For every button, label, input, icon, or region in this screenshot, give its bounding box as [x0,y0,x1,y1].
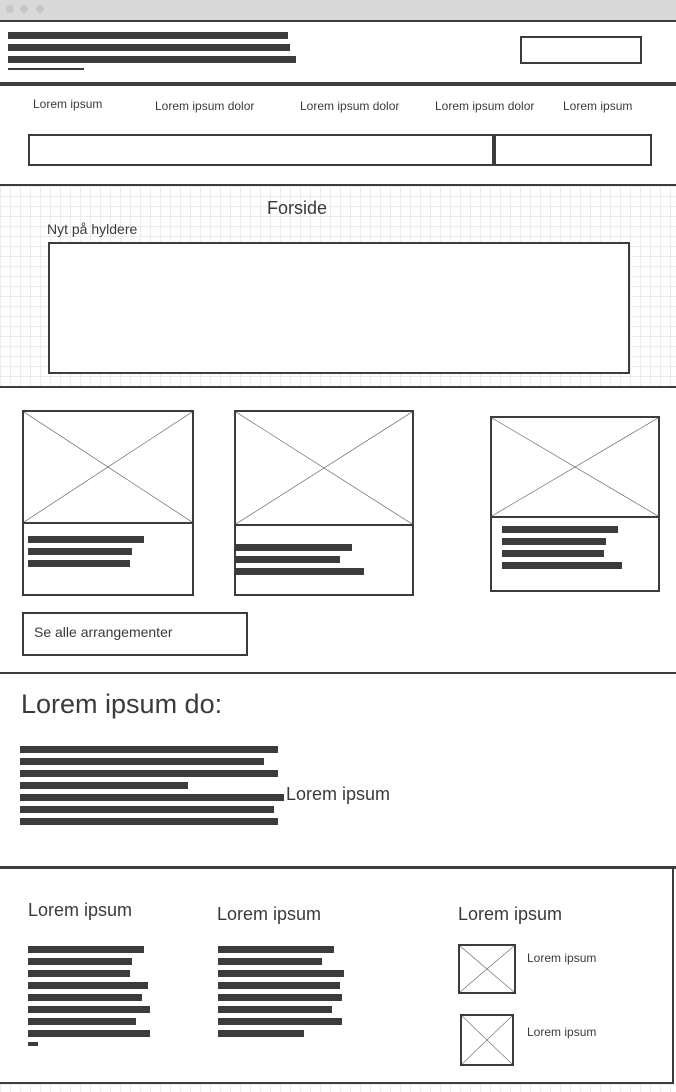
footer-text-line [28,994,142,1001]
image-placeholder-icon [22,410,194,524]
footer-text-line [28,1030,150,1037]
nav-item[interactable]: Lorem ipsum [563,99,632,113]
footer-text-line [28,1006,150,1013]
footer: Lorem ipsum Lorem ipsum Lorem ipsum Lore… [0,869,674,1084]
footer-text-line [218,1006,332,1013]
info-text-line [20,806,274,813]
section-heading: Lorem ipsum do: [21,689,223,719]
footer-col3-heading: Lorem ipsum [458,904,563,924]
card-text-line [28,548,132,555]
image-placeholder-icon [234,410,414,526]
footer-text-line [218,982,340,989]
footer-text-line [28,970,130,977]
footer-text-line [218,1018,342,1025]
footer-text-line [218,1030,304,1037]
card-text-line [502,562,622,569]
header-logo-block[interactable] [8,32,298,72]
footer-item-label[interactable]: Lorem ipsum [527,951,596,965]
footer-text-line [28,958,132,965]
footer-text-line [218,970,344,977]
card-text-line [502,538,606,545]
page-title: Forside [267,198,328,218]
footer-item-label[interactable]: Lorem ipsum [527,1025,596,1039]
footer-bottom-strip [0,1084,676,1092]
see-all-events-button[interactable]: Se alle arrangementer [22,612,248,656]
window-dot-icon[interactable] [6,5,14,13]
footer-col1-heading: Lorem ipsum [28,900,133,920]
logo-text-line [8,32,288,39]
event-card[interactable] [234,410,414,596]
header-login-button[interactable] [520,36,642,64]
event-card[interactable] [22,410,194,596]
card-text-line [28,536,144,543]
nav-item[interactable]: Lorem ipsum dolor [155,99,254,113]
window-dot-icon[interactable] [20,5,28,13]
logo-text-line [8,56,296,63]
search-input[interactable] [28,134,494,166]
footer-text-line [28,946,144,953]
event-card[interactable] [490,416,660,592]
info-text-line [20,770,278,777]
footer-text-line [28,1018,136,1025]
image-placeholder-icon[interactable] [460,1014,514,1066]
info-text-line [20,794,284,801]
info-text-line [20,746,278,753]
hero-bottom-divider [0,386,676,388]
hero-subtitle: Nyt på hyldere [47,221,138,237]
card-text-line [502,526,618,533]
footer-text-line [28,982,148,989]
card-text-line [502,550,604,557]
info-text-line [20,782,188,789]
image-placeholder-icon [490,416,660,518]
info-text-line [20,818,278,825]
logo-text-line [8,44,290,51]
footer-text-line [28,1042,38,1046]
card-text-line [236,556,340,563]
footer-text-line [218,946,334,953]
nav-item[interactable]: Lorem ipsum dolor [300,99,399,113]
hero-carousel[interactable] [48,242,630,374]
nav-item[interactable]: Lorem ipsum dolor [435,99,534,113]
info-side-label: Lorem ipsum [286,784,391,804]
card-text-line [236,544,352,551]
see-all-events-label: Se alle arrangementer [34,624,173,640]
footer-col2-heading: Lorem ipsum [217,904,322,924]
window-dot-icon[interactable] [36,5,44,13]
browser-titlebar [0,0,676,22]
card-text-line [236,568,364,575]
footer-text-line [218,994,342,1001]
info-text-line [20,758,264,765]
footer-text-line [218,958,322,965]
info-text-block [20,746,286,828]
events-bottom-divider [0,672,676,674]
logo-text-line [8,68,84,70]
header-divider [0,82,676,86]
card-text-line [28,560,130,567]
image-placeholder-icon[interactable] [458,944,516,994]
search-button[interactable] [494,134,652,166]
nav-item[interactable]: Lorem ipsum [33,97,102,111]
